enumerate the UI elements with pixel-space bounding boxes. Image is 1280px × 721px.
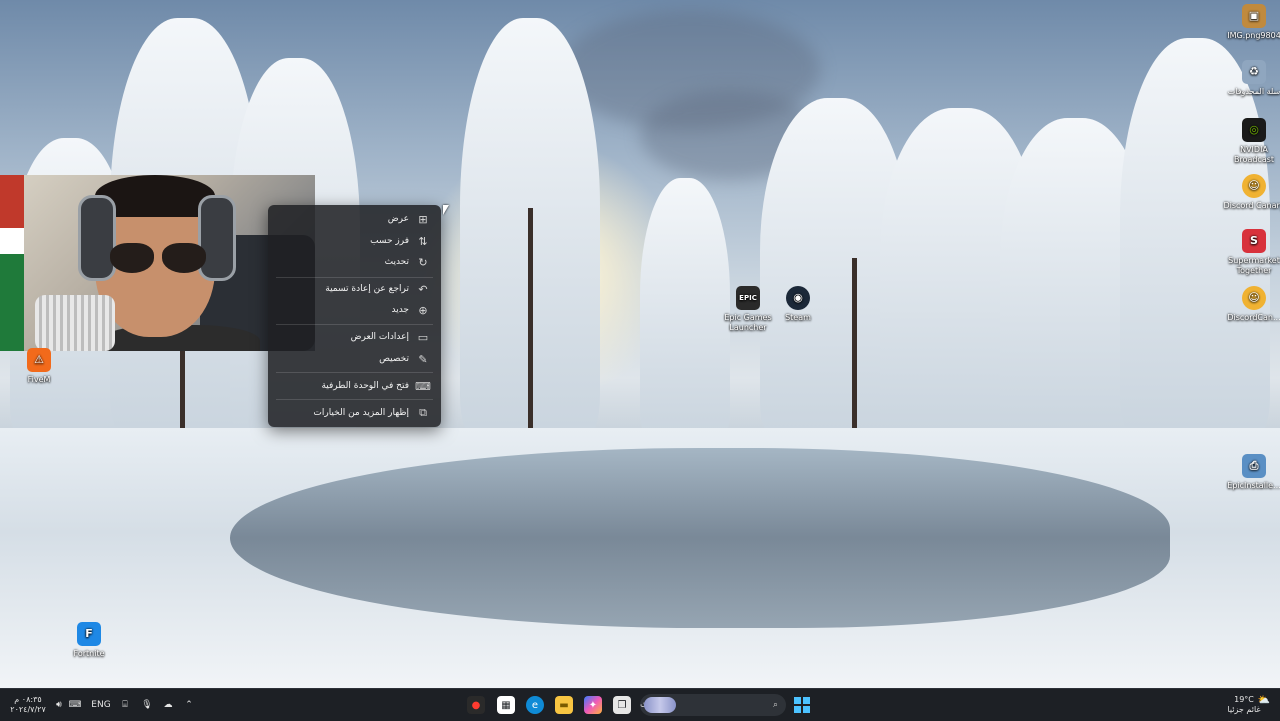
language-indicator[interactable]: ENG xyxy=(88,689,114,721)
desktop-icon-steam[interactable]: ◉ Steam xyxy=(763,286,833,323)
menu-item-label: جديد xyxy=(391,305,409,315)
sort-icon: ⇅ xyxy=(418,234,428,248)
menu-separator xyxy=(276,277,433,278)
image-file-icon: ▣ xyxy=(1242,4,1266,28)
desktop-icon-label: سلة المحذوفات xyxy=(1227,87,1280,96)
desktop-icon-label: EpicInstalle... xyxy=(1227,481,1280,490)
mouse-cursor-icon xyxy=(443,205,449,215)
desktop-icon-label: Steam xyxy=(785,313,811,322)
desktop-icon-nvidia-broadcast[interactable]: ◎ NVIDIA Broadcast xyxy=(1219,118,1280,165)
desktop-context-menu: ⊞ عرض ⇅ فرز حسب ↻ تحديث ↶ تراجع عن إعادة… xyxy=(268,205,441,427)
desktop-icon-image-file[interactable]: ▣ IMG.png9804 xyxy=(1219,4,1280,41)
weather-temp: 19°C xyxy=(1234,695,1254,704)
menu-item-label: تحديث xyxy=(384,257,409,267)
menu-item-new[interactable]: ⊕ جديد xyxy=(274,300,435,320)
menu-item-label: تراجع عن إعادة تسمية xyxy=(325,284,409,294)
search-box[interactable]: بحث ⌕ xyxy=(640,694,786,716)
clock-time: ٠٨:٣٥ م xyxy=(14,695,42,704)
recording-app-icon[interactable]: ● xyxy=(467,696,485,714)
desktop-icon-fivem[interactable]: ⚠ FiveM xyxy=(4,348,74,385)
menu-separator xyxy=(276,372,433,373)
search-highlight-image xyxy=(644,697,676,713)
task-view-icon[interactable]: ❐ xyxy=(613,696,631,714)
menu-item-label: تخصيص xyxy=(379,354,409,364)
discord-canary-icon: ☺ xyxy=(1242,174,1266,198)
menu-item-view[interactable]: ⊞ عرض xyxy=(274,209,435,229)
file-explorer-icon[interactable]: ▬ xyxy=(555,696,573,714)
menu-item-show-more-options[interactable]: ⧉ إظهار المزيد من الخيارات xyxy=(274,403,435,423)
tray-chevron-up-icon[interactable]: ⌃ xyxy=(182,689,196,721)
desktop-icon-label: Supermarket Together xyxy=(1228,256,1280,275)
fortnite-icon: F xyxy=(77,622,101,646)
menu-item-undo-rename[interactable]: ↶ تراجع عن إعادة تسمية xyxy=(274,279,435,299)
menu-item-label: إظهار المزيد من الخيارات xyxy=(313,408,409,418)
installer-icon: ⎙ xyxy=(1242,454,1266,478)
view-grid-icon: ⊞ xyxy=(418,212,428,226)
menu-item-display-settings[interactable]: ▭ إعدادات العرض xyxy=(274,327,435,347)
search-icon: ⌕ xyxy=(772,700,778,710)
supermarket-icon: S xyxy=(1242,229,1266,253)
menu-item-sort-by[interactable]: ⇅ فرز حسب xyxy=(274,231,435,251)
desktop-icon-label: Discord Canary xyxy=(1223,201,1280,210)
epic-games-icon: EPIC xyxy=(736,286,760,310)
weather-icon: ⛅ xyxy=(1257,694,1271,706)
desktop-icon-label: DiscordCan... xyxy=(1227,313,1280,322)
onedrive-cloud-icon[interactable]: ☁ xyxy=(160,689,176,721)
windows-start-icon[interactable] xyxy=(794,697,810,713)
microsoft-store-icon[interactable]: ▦ xyxy=(497,696,515,714)
more-options-icon: ⧉ xyxy=(419,406,427,419)
menu-item-open-terminal[interactable]: ⌨ فتح في الوحدة الطرفية xyxy=(274,376,435,396)
steam-icon: ◉ xyxy=(786,286,810,310)
fivem-icon: ⚠ xyxy=(27,348,51,372)
desktop-icon-recycle-bin[interactable]: ♻ سلة المحذوفات xyxy=(1219,60,1280,97)
menu-item-label: عرض xyxy=(387,214,409,224)
desktop-icon-supermarket-together[interactable]: S Supermarket Together xyxy=(1219,229,1280,276)
microphone-icon[interactable]: 🎙︎ xyxy=(140,689,154,721)
personalize-pen-icon: ✎ xyxy=(418,352,428,366)
undo-icon: ↶ xyxy=(418,282,428,296)
new-plus-icon: ⊕ xyxy=(418,303,428,317)
weather-text: غائم جزئيا xyxy=(1227,705,1261,714)
volume-icon[interactable]: 🔊︎ xyxy=(52,689,66,721)
menu-item-label: إعدادات العرض xyxy=(350,332,409,342)
menu-item-label: فرز حسب xyxy=(370,236,409,246)
clock-date: ٢٠٢٤/٧/٢٧ xyxy=(10,705,46,714)
refresh-icon: ↻ xyxy=(418,255,428,269)
menu-separator xyxy=(276,399,433,400)
copilot-icon[interactable]: ✦ xyxy=(584,696,602,714)
display-settings-icon: ▭ xyxy=(417,330,429,344)
desktop-icon-fortnite[interactable]: F Fortnite xyxy=(54,622,124,659)
terminal-icon: ⌨ xyxy=(415,379,431,393)
desktop-icon-label: NVIDIA Broadcast xyxy=(1233,145,1275,164)
nvidia-icon: ◎ xyxy=(1242,118,1266,142)
taskbar: ٠٨:٣٥ م ٢٠٢٤/٧/٢٧ 🔊︎ ⌨ ENG ⌸ 🎙︎ ☁ ⌃ ● ▦ … xyxy=(0,688,1280,721)
menu-item-personalize[interactable]: ✎ تخصيص xyxy=(274,349,435,369)
desktop-icon-discord-canary-shortcut[interactable]: ☺ DiscordCan... xyxy=(1219,286,1280,323)
edge-browser-icon[interactable]: e xyxy=(526,696,544,714)
menu-separator xyxy=(276,324,433,325)
desktop-icon-label: FiveM xyxy=(27,375,51,384)
desktop-icon-epic-installer[interactable]: ⎙ EpicInstalle... xyxy=(1219,454,1280,491)
recycle-bin-icon: ♻ xyxy=(1242,60,1266,84)
desktop-icon-label: IMG.png9804 xyxy=(1227,31,1280,40)
menu-item-refresh[interactable]: ↻ تحديث xyxy=(274,252,435,272)
keyboard-icon[interactable]: ⌸ xyxy=(118,689,132,721)
menu-item-label: فتح في الوحدة الطرفية xyxy=(321,381,409,391)
desktop-icon-label: Fortnite xyxy=(73,649,105,658)
clock[interactable]: ٠٨:٣٥ م ٢٠٢٤/٧/٢٧ xyxy=(8,689,48,721)
desktop-icon-discord-canary[interactable]: ☺ Discord Canary xyxy=(1219,174,1280,211)
network-icon[interactable]: ⌨ xyxy=(68,689,82,721)
discord-canary-icon: ☺ xyxy=(1242,286,1266,310)
